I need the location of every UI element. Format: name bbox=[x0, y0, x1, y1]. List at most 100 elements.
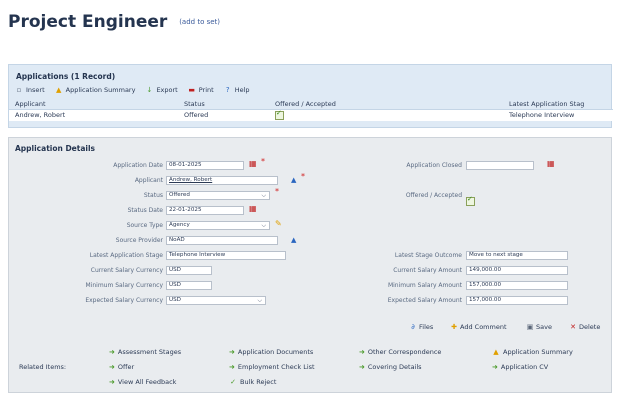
latest-outcome-field[interactable]: Move to next stage bbox=[466, 251, 568, 260]
applications-toolbar: ▫ Insert ▲ Application Summary ↓ Export … bbox=[15, 84, 250, 95]
application-closed-field[interactable] bbox=[466, 161, 534, 170]
required-marker: * bbox=[275, 187, 279, 196]
application-closed-label: Application Closed bbox=[406, 162, 462, 169]
minimum-amount-label: Minimum Salary Amount bbox=[387, 282, 462, 289]
calendar-icon[interactable]: ▦ bbox=[249, 159, 257, 168]
expected-currency-label: Expected Salary Currency bbox=[85, 297, 163, 304]
insert-icon: ▫ bbox=[16, 85, 22, 94]
summary-icon: ▲ bbox=[55, 85, 62, 94]
related-item[interactable]: ▲ Application Summary bbox=[492, 348, 573, 356]
current-currency-field[interactable]: USD bbox=[166, 266, 212, 275]
related-items-label: Related Items: bbox=[19, 363, 67, 371]
cell-status: Offered bbox=[184, 111, 209, 119]
arrow-right-icon: ➜ bbox=[229, 348, 235, 356]
page-title-text: Project Engineer bbox=[8, 12, 168, 32]
comment-icon: ✚ bbox=[451, 323, 457, 331]
expected-currency-value: USD bbox=[169, 297, 181, 303]
application-details-heading: Application Details bbox=[15, 144, 96, 153]
expected-amount-field[interactable]: 157,000.00 bbox=[466, 296, 568, 305]
calendar-icon[interactable]: ▦ bbox=[249, 204, 257, 213]
add-comment-button[interactable]: ✚ Add Comment bbox=[450, 323, 506, 331]
delete-button[interactable]: ✕ Delete bbox=[569, 323, 600, 331]
minimum-currency-field[interactable]: USD bbox=[166, 281, 212, 290]
files-label: Files bbox=[419, 323, 434, 331]
minimum-amount-field[interactable]: 157,000.00 bbox=[466, 281, 568, 290]
related-item[interactable]: ✓ Bulk Reject bbox=[229, 378, 276, 386]
printer-icon: ▬ bbox=[188, 85, 196, 94]
cell-latest-stage: Telephone Interview bbox=[509, 111, 575, 119]
applications-panel: Applications (1 Record) ▫ Insert ▲ Appli… bbox=[8, 64, 613, 128]
related-item[interactable]: ➜ Application Documents bbox=[229, 348, 313, 356]
application-date-field[interactable]: 08-01-2025 bbox=[166, 161, 244, 170]
application-summary-label: Application Summary bbox=[65, 85, 136, 94]
related-item[interactable]: ➜ View All Feedback bbox=[109, 378, 176, 386]
insert-button[interactable]: ▫ Insert bbox=[15, 86, 45, 94]
source-type-value: Agency bbox=[169, 222, 190, 228]
export-button[interactable]: ↓ Export bbox=[145, 85, 178, 94]
help-label: Help bbox=[234, 85, 250, 94]
page-title: Project Engineer (add to set) bbox=[8, 12, 220, 32]
status-date-field[interactable]: 22-01-2025 bbox=[166, 206, 244, 215]
arrow-right-icon: ➜ bbox=[109, 363, 115, 371]
status-date-label: Status Date bbox=[127, 207, 163, 214]
related-item-label: Application Summary bbox=[503, 348, 573, 356]
related-item-label: Application Documents bbox=[237, 348, 314, 356]
table-row[interactable]: Andrew, Robert Offered Telephone Intervi… bbox=[9, 109, 613, 121]
latest-stage-label: Latest Application Stage bbox=[89, 252, 163, 259]
source-type-select[interactable]: Agency ⌵ bbox=[166, 221, 270, 230]
related-item[interactable]: ➜ Application CV bbox=[492, 363, 548, 371]
related-item[interactable]: ➜ Other Correspondence bbox=[359, 348, 441, 356]
application-date-label: Application Date bbox=[113, 162, 163, 169]
related-item-label: Application CV bbox=[500, 363, 549, 371]
required-marker: * bbox=[301, 172, 305, 181]
latest-stage-field[interactable]: Telephone Interview bbox=[166, 251, 286, 260]
related-item[interactable]: ➜ Covering Details bbox=[359, 363, 422, 371]
required-marker: * bbox=[261, 157, 265, 166]
export-icon: ↓ bbox=[146, 85, 153, 94]
column-header-applicant[interactable]: Applicant bbox=[15, 100, 46, 108]
files-button[interactable]: ∂ Files bbox=[409, 323, 433, 331]
arrow-right-icon: ➜ bbox=[359, 348, 365, 356]
related-item[interactable]: ➜ Offer bbox=[109, 363, 134, 371]
related-item[interactable]: ➜ Assessment Stages bbox=[109, 348, 181, 356]
related-item-label: Employment Check List bbox=[237, 363, 315, 371]
add-to-set-link[interactable]: (add to set) bbox=[179, 18, 220, 26]
related-item[interactable]: ➜ Employment Check List bbox=[229, 363, 315, 371]
application-summary-button[interactable]: ▲ Application Summary bbox=[55, 86, 136, 94]
arrow-right-icon: ➜ bbox=[359, 363, 365, 371]
lookup-icon[interactable]: ▲ bbox=[291, 236, 296, 244]
print-button[interactable]: ▬ Print bbox=[188, 85, 214, 94]
lookup-icon[interactable]: ▲ bbox=[291, 176, 296, 184]
applicant-field[interactable]: Andrew, Robert bbox=[166, 176, 278, 185]
print-label: Print bbox=[198, 85, 214, 94]
pencil-icon[interactable]: ✎ bbox=[275, 219, 282, 228]
calendar-icon[interactable]: ▦ bbox=[547, 159, 555, 168]
status-select[interactable]: Offered ⌵ bbox=[166, 191, 270, 200]
arrow-right-icon: ➜ bbox=[109, 348, 115, 356]
column-header-status[interactable]: Status bbox=[184, 100, 205, 108]
source-type-label: Source Type bbox=[126, 222, 163, 229]
column-header-offered-accepted[interactable]: Offered / Accepted bbox=[275, 100, 336, 108]
offered-accepted-label: Offered / Accepted bbox=[405, 192, 462, 199]
column-header-latest-stage[interactable]: Latest Application Stag bbox=[509, 100, 584, 108]
help-button[interactable]: ? Help bbox=[224, 86, 250, 94]
summary-icon: ▲ bbox=[493, 348, 499, 356]
export-label: Export bbox=[156, 85, 178, 94]
paperclip-icon: ∂ bbox=[411, 323, 415, 331]
status-label: Status bbox=[143, 192, 163, 199]
status-value: Offered bbox=[169, 192, 190, 198]
related-item-label: Offer bbox=[117, 363, 135, 371]
offered-accepted-field[interactable] bbox=[466, 191, 475, 210]
source-provider-label: Source Provider bbox=[115, 237, 163, 244]
save-button[interactable]: ▣ Save bbox=[526, 323, 552, 331]
chevron-down-icon: ⌵ bbox=[257, 297, 262, 304]
current-amount-field[interactable]: 149,000.00 bbox=[466, 266, 568, 275]
arrow-right-icon: ➜ bbox=[492, 363, 498, 371]
delete-icon: ✕ bbox=[570, 323, 576, 331]
offered-accepted-checkbox[interactable] bbox=[466, 195, 475, 206]
applications-heading: Applications (1 Record) bbox=[16, 72, 116, 81]
applicant-link[interactable]: Andrew, Robert bbox=[169, 177, 212, 183]
source-provider-field[interactable]: NoAD bbox=[166, 236, 278, 245]
expected-currency-select[interactable]: USD ⌵ bbox=[166, 296, 266, 305]
chevron-down-icon: ⌵ bbox=[261, 192, 266, 199]
